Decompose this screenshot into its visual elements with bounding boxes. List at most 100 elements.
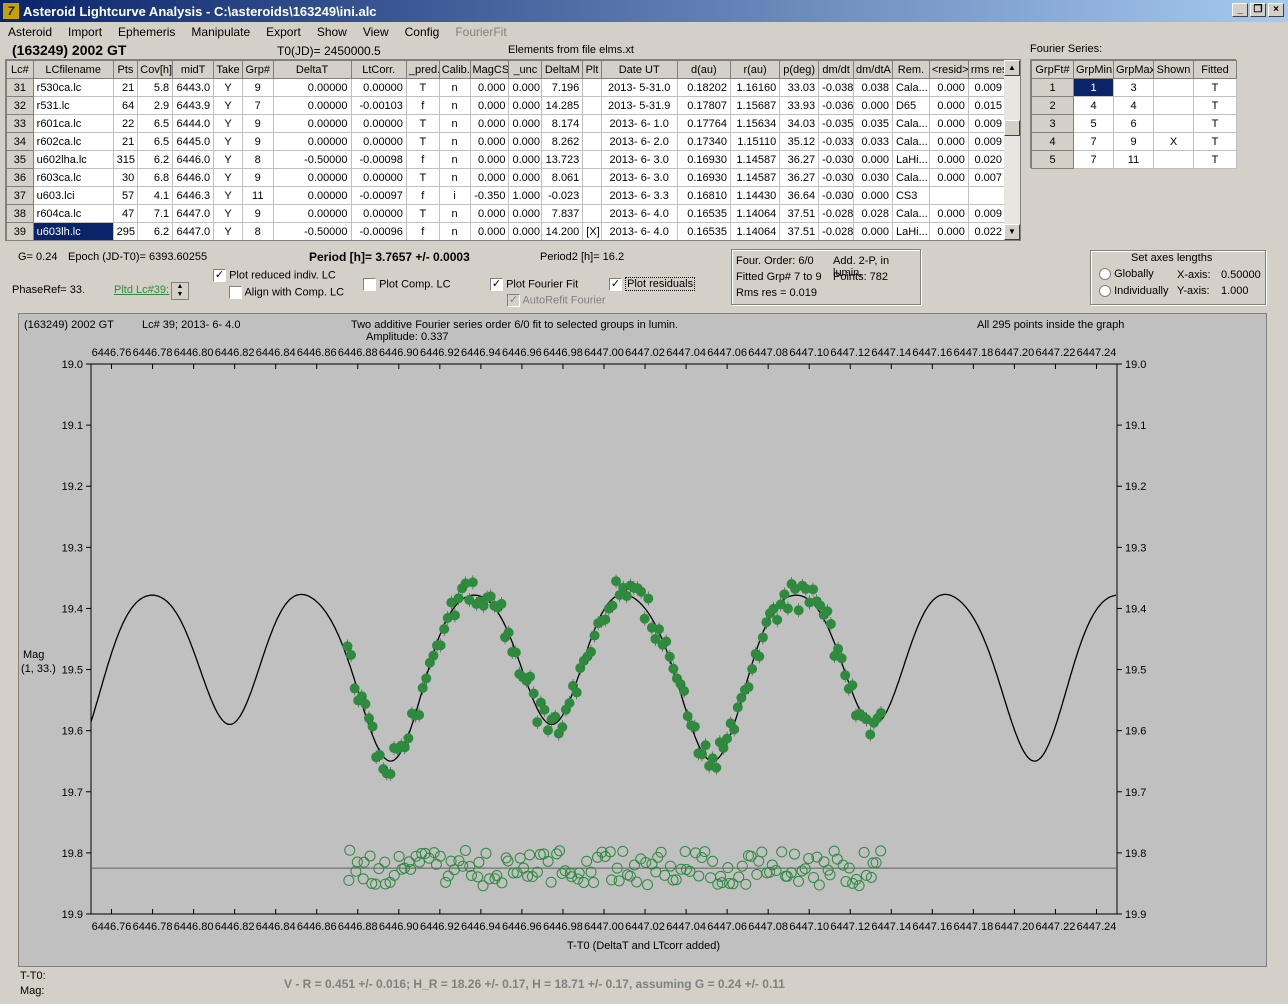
table-cell[interactable]: 6.5 <box>137 132 174 151</box>
lc-column-header[interactable]: Grp# <box>241 60 274 79</box>
table-cell[interactable]: 0.000 <box>469 132 510 151</box>
table-cell[interactable]: u602lha.lc <box>32 150 114 169</box>
table-cell[interactable]: f <box>405 96 440 115</box>
globally-option[interactable]: Globally <box>1099 268 1154 281</box>
table-cell[interactable]: 22 <box>112 114 139 133</box>
table-cell[interactable]: 0.17764 <box>676 114 731 133</box>
table-cell[interactable]: 5.8 <box>137 78 174 97</box>
table-cell[interactable]: 6447.0 <box>172 222 215 240</box>
table-cell[interactable]: 36 <box>6 168 34 187</box>
lc-column-header[interactable]: Cov[h] <box>137 60 174 79</box>
plot-residuals-option[interactable]: ✓ Plot residuals <box>609 277 696 292</box>
table-cell[interactable]: 0.000 <box>508 168 543 187</box>
table-cell[interactable]: 1.15110 <box>729 132 781 151</box>
table-cell[interactable]: 13.723 <box>541 150 584 169</box>
table-cell[interactable]: Y <box>213 186 243 205</box>
menu-config[interactable]: Config <box>397 23 448 41</box>
table-cell[interactable]: T <box>405 78 440 97</box>
table-cell[interactable]: Y <box>213 132 243 151</box>
table-cell[interactable]: LaHi... <box>891 222 930 240</box>
table-cell[interactable]: 33.93 <box>779 96 820 115</box>
table-cell[interactable] <box>582 114 602 133</box>
menu-export[interactable]: Export <box>258 23 309 41</box>
table-cell[interactable]: 31 <box>6 78 34 97</box>
table-cell[interactable]: 6446.3 <box>172 186 215 205</box>
fourier-row[interactable]: 113T <box>1031 78 1237 97</box>
table-cell[interactable]: 6445.0 <box>172 132 215 151</box>
table-cell[interactable]: 2013- 5-31.0 <box>600 78 678 97</box>
table-cell[interactable]: 2013- 6- 4.0 <box>600 222 678 240</box>
table-cell[interactable]: 0.16535 <box>676 222 731 240</box>
table-cell[interactable]: 36.27 <box>779 168 820 187</box>
table-cell[interactable]: 9 <box>241 204 274 223</box>
lc-column-header[interactable]: <resid> <box>928 60 969 79</box>
table-cell[interactable]: -0.036 <box>818 96 855 115</box>
table-cell[interactable]: n <box>438 78 471 97</box>
table-cell[interactable]: 0.00000 <box>272 132 352 151</box>
table-cell[interactable]: 34 <box>6 132 34 151</box>
table-cell[interactable]: Y <box>213 204 243 223</box>
table-cell[interactable]: 0.16930 <box>676 168 731 187</box>
table-row[interactable]: 33 r601ca.lc 22 6.5 6444.0 Y 9 0.00000 0.00000 Tn… <box>6 114 1007 133</box>
autorefit-option[interactable]: ✓ AutoRefit Fourier <box>507 294 606 307</box>
autorefit-checkbox[interactable]: ✓ <box>507 294 520 307</box>
table-cell[interactable]: r602ca.lc <box>32 132 114 151</box>
fourier-cell[interactable]: 4 <box>1031 132 1074 151</box>
table-cell[interactable]: 1.15634 <box>729 114 781 133</box>
table-cell[interactable]: -0.038 <box>818 78 855 97</box>
table-cell[interactable]: 0.17807 <box>676 96 731 115</box>
table-cell[interactable]: 1.000 <box>508 186 543 205</box>
table-cell[interactable]: 0.000 <box>508 150 543 169</box>
table-cell[interactable]: 0.009 <box>967 78 1007 97</box>
fourier-cell[interactable]: 1 <box>1073 78 1114 97</box>
table-cell[interactable]: 0.000 <box>469 222 510 240</box>
table-cell[interactable] <box>582 132 602 151</box>
menu-manipulate[interactable]: Manipulate <box>183 23 258 41</box>
table-cell[interactable]: 35.12 <box>779 132 820 151</box>
fourier-cell[interactable]: T <box>1193 132 1237 151</box>
table-cell[interactable]: 0.00000 <box>350 114 407 133</box>
table-cell[interactable]: 0.015 <box>967 96 1007 115</box>
lc-column-header[interactable]: rms res <box>967 60 1007 79</box>
yaxis-value[interactable]: 1.000 <box>1221 285 1249 297</box>
fourier-cell[interactable]: 3 <box>1113 78 1154 97</box>
table-cell[interactable]: 0.000 <box>469 168 510 187</box>
table-cell[interactable]: 0.00000 <box>350 204 407 223</box>
table-cell[interactable]: 37.51 <box>779 204 820 223</box>
table-cell[interactable]: n <box>438 168 471 187</box>
table-cell[interactable]: -0.035 <box>818 114 855 133</box>
fourier-cell[interactable]: X <box>1153 132 1194 151</box>
table-cell[interactable]: -0.00103 <box>350 96 407 115</box>
fourier-cell[interactable]: 1 <box>1031 78 1074 97</box>
table-cell[interactable]: 0.035 <box>853 114 893 133</box>
table-cell[interactable]: 0.000 <box>928 96 969 115</box>
table-cell[interactable]: -0.033 <box>818 132 855 151</box>
table-row[interactable]: 39 u603lh.lc 295 6.2 6447.0 Y 8 -0.50000 -0.0009… <box>6 222 1007 240</box>
plot-fourier-checkbox[interactable]: ✓ <box>490 278 503 291</box>
table-cell[interactable]: Y <box>213 96 243 115</box>
table-cell[interactable]: -0.030 <box>818 150 855 169</box>
table-cell[interactable]: 1.15687 <box>729 96 781 115</box>
table-cell[interactable] <box>582 204 602 223</box>
table-cell[interactable] <box>582 150 602 169</box>
table-cell[interactable]: Y <box>213 78 243 97</box>
fourier-cell[interactable]: 7 <box>1073 150 1114 169</box>
table-cell[interactable]: 1.16160 <box>729 78 781 97</box>
xaxis-value[interactable]: 0.50000 <box>1221 269 1261 281</box>
table-cell[interactable]: 0.000 <box>853 186 893 205</box>
table-cell[interactable]: -0.00096 <box>350 222 407 240</box>
table-cell[interactable]: 37 <box>6 186 34 205</box>
table-cell[interactable]: 0.009 <box>967 132 1007 151</box>
menu-fourierfit[interactable]: FourierFit <box>447 23 514 41</box>
fourier-cell[interactable]: T <box>1193 150 1237 169</box>
table-cell[interactable]: 36.27 <box>779 150 820 169</box>
table-cell[interactable]: r530ca.lc <box>32 78 114 97</box>
table-cell[interactable]: 11 <box>241 186 274 205</box>
plot-reduced-checkbox[interactable]: ✓ <box>213 269 226 282</box>
table-cell[interactable]: 6444.0 <box>172 114 215 133</box>
fourier-cell[interactable]: 2 <box>1031 96 1074 115</box>
table-cell[interactable]: 0.000 <box>928 132 969 151</box>
table-cell[interactable]: 8.262 <box>541 132 584 151</box>
table-cell[interactable] <box>582 168 602 187</box>
table-cell[interactable]: T <box>405 204 440 223</box>
